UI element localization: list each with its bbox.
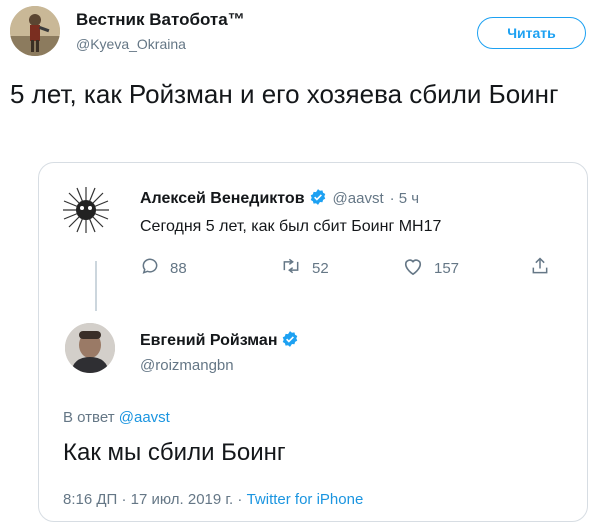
tweet-actions: 88 52 157 [140, 256, 560, 280]
like-button[interactable]: 157 [402, 256, 459, 280]
roizman-name[interactable]: Евгений Ройзман [140, 332, 277, 349]
venediktov-tweet-text: Сегодня 5 лет, как был сбит Боинг MH17 [140, 218, 442, 235]
heart-icon [402, 256, 434, 280]
tweet-source-link[interactable]: Twitter for iPhone [247, 491, 364, 508]
reply-count: 88 [170, 259, 187, 277]
venediktov-name-row[interactable]: Алексей Венедиктов @aavst · 5 ч [140, 188, 419, 211]
like-count: 157 [434, 259, 460, 277]
verified-icon [281, 330, 299, 353]
author-avatar[interactable] [10, 6, 60, 56]
reply-to-line: В ответ @aavst [63, 409, 170, 426]
reply-button[interactable]: 88 [140, 256, 187, 280]
roizman-avatar-image [65, 323, 115, 373]
reply-icon [140, 256, 170, 280]
venediktov-time[interactable]: · 5 ч [390, 190, 420, 207]
roizman-handle[interactable]: @roizmangbn [140, 357, 234, 374]
share-icon [530, 256, 560, 280]
tweet-timestamp-row: 8:16 ДП · 17 июл. 2019 г. · Twitter for … [63, 491, 363, 508]
share-button[interactable] [530, 256, 560, 280]
tweet-text: 5 лет, как Ройзман и его хозяева сбили Б… [10, 79, 559, 109]
tweet-timestamp[interactable]: 8:16 ДП · 17 июл. 2019 г. · [63, 491, 242, 508]
retweet-count: 52 [312, 259, 329, 277]
author-avatar-image [10, 6, 60, 56]
reply-prefix: В ответ [63, 409, 115, 426]
roizman-tweet-text: Как мы сбили Боинг [63, 439, 286, 466]
roizman-name-row[interactable]: Евгений Ройзман [140, 330, 299, 353]
quoted-tweet-card[interactable]: Алексей Венедиктов @aavst · 5 ч Сегодня 5 … [38, 162, 588, 522]
venediktov-name[interactable]: Алексей Венедиктов [140, 190, 305, 207]
author-handle[interactable]: @Kyeva_Okraina [76, 36, 186, 52]
retweet-icon [280, 256, 312, 280]
roizman-avatar[interactable] [65, 323, 115, 373]
follow-button[interactable]: Читать [477, 17, 586, 49]
venediktov-avatar[interactable] [61, 185, 111, 235]
reply-to-handle-link[interactable]: @aavst [119, 409, 170, 426]
venediktov-handle[interactable]: @aavst [333, 190, 384, 207]
thread-connector [95, 261, 97, 311]
verified-icon [309, 188, 327, 211]
retweet-button[interactable]: 52 [280, 256, 329, 280]
author-name[interactable]: Вестник Ватобота™ [76, 10, 245, 30]
venediktov-avatar-image [63, 187, 109, 233]
